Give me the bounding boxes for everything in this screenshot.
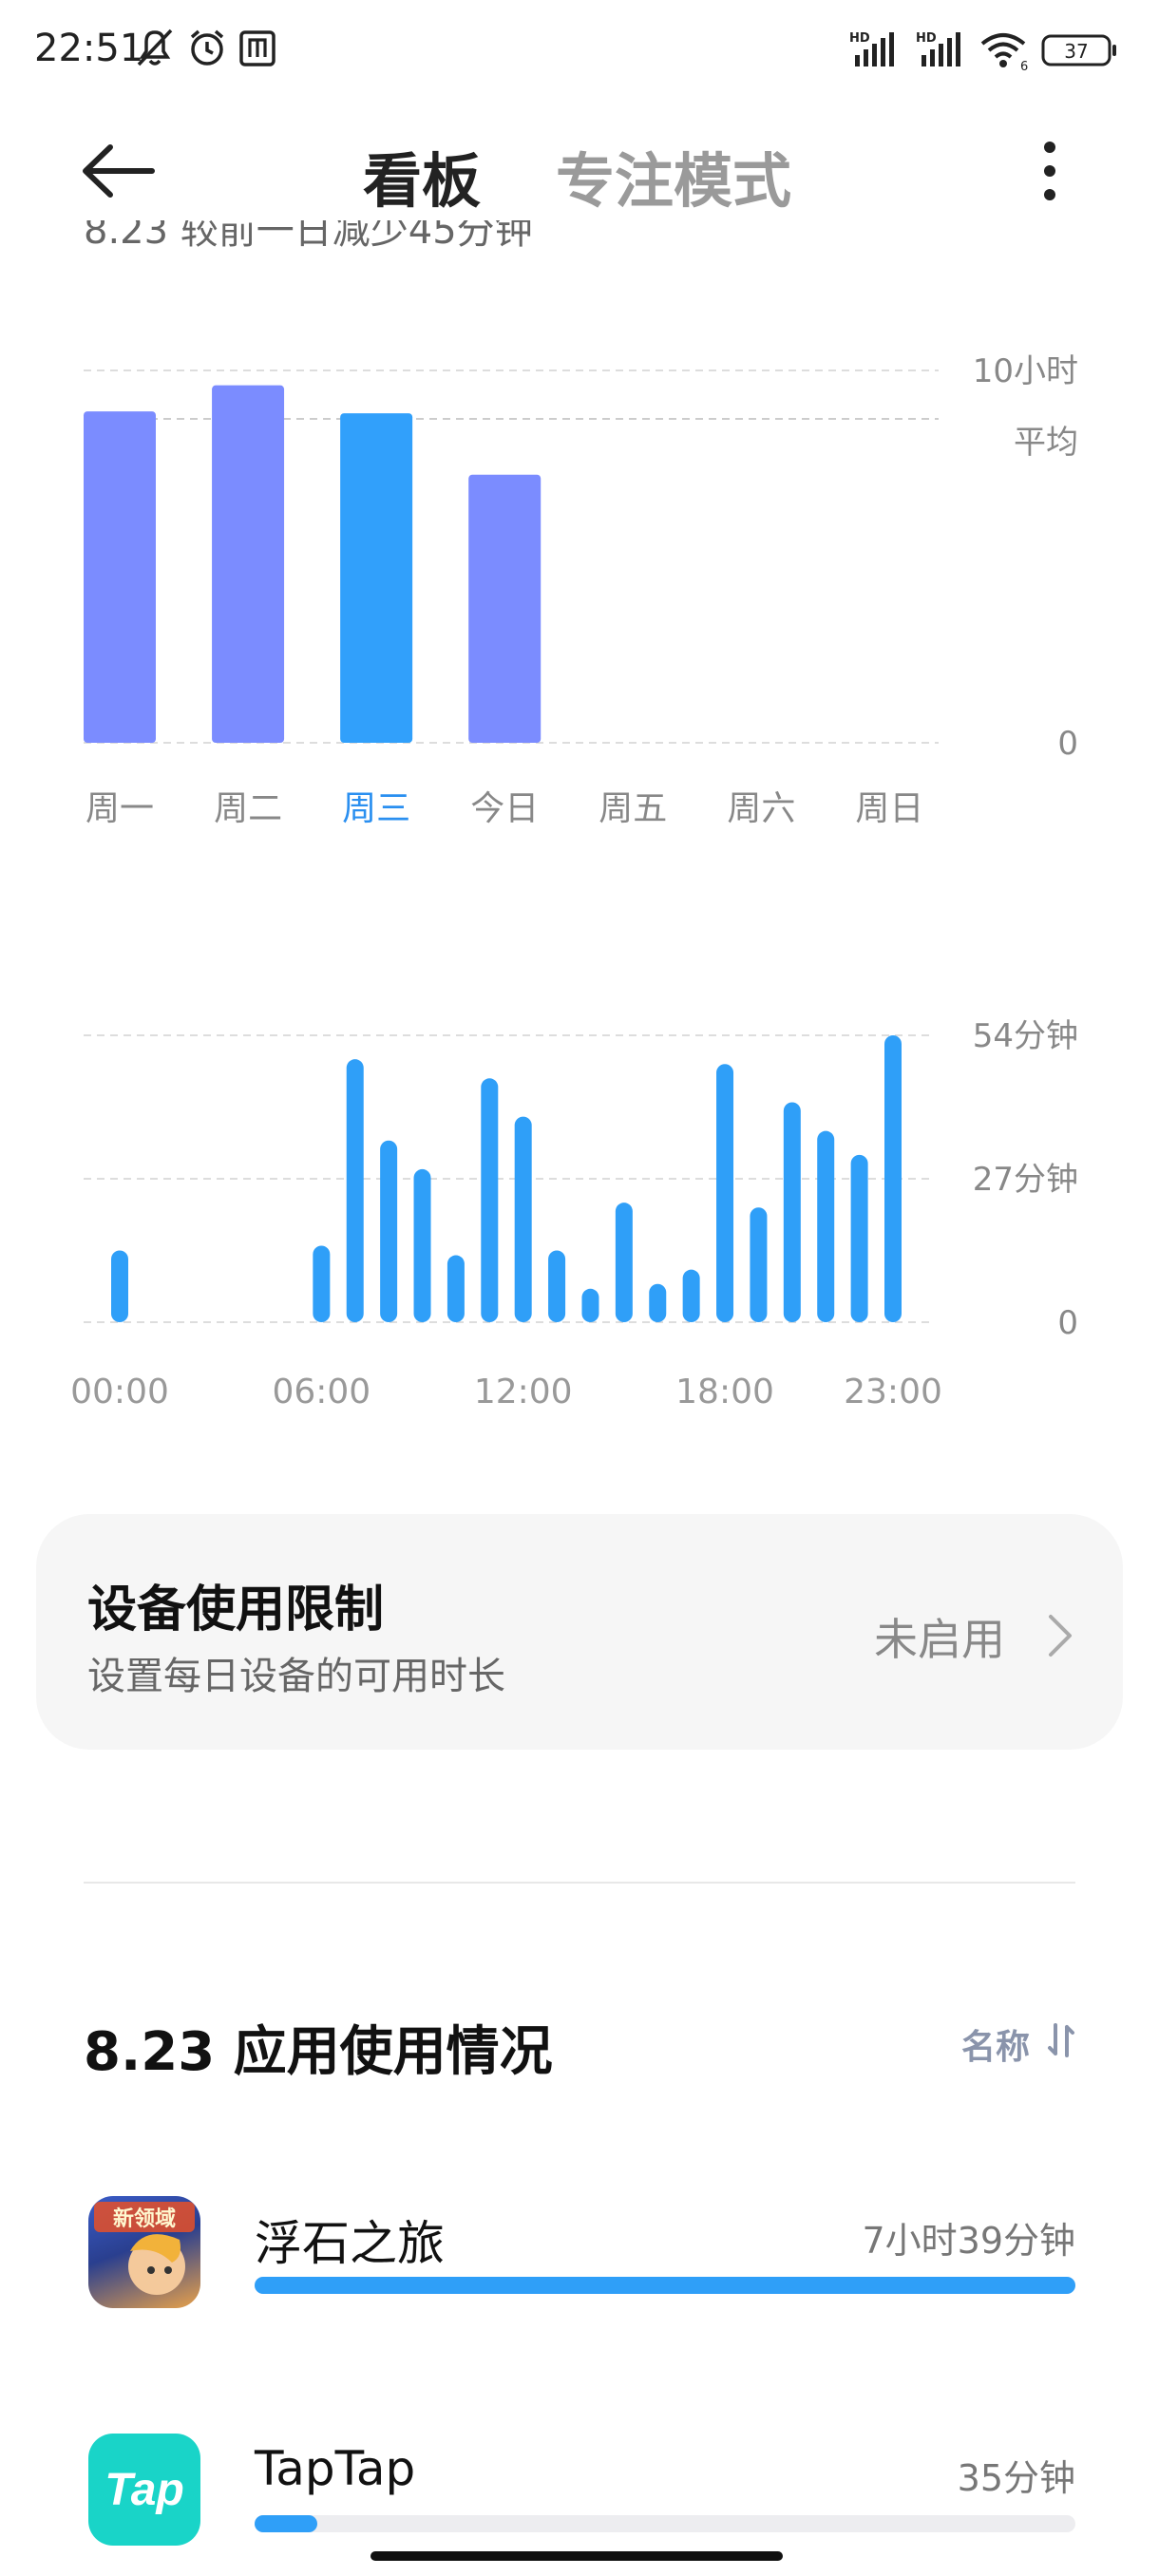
usage-bar-track (255, 2277, 1075, 2294)
alarm-icon (190, 29, 224, 66)
status-time: 22:51 (34, 27, 144, 70)
x-tick-label: 12:00 (474, 1373, 573, 1411)
x-tick-label: 周日 (855, 789, 923, 828)
bar (581, 1288, 599, 1322)
sort-button[interactable]: 名称 (961, 2019, 1030, 2069)
signal-hd-icon: HD (849, 31, 894, 66)
wifi-label: 6 (1020, 60, 1028, 74)
bar (682, 1269, 700, 1322)
usage-bar-fill (255, 2515, 317, 2532)
bar (212, 385, 285, 743)
app-name: TapTap (255, 2441, 416, 2496)
app-name: 浮石之旅 (255, 2216, 445, 2271)
home-indicator[interactable] (370, 2551, 783, 2561)
bar (380, 1140, 398, 1322)
y-tick-label: 10小时 (973, 352, 1078, 390)
bar (481, 1078, 499, 1322)
taptap-app-icon: Tap (88, 2434, 200, 2546)
bar (346, 1059, 364, 1322)
status-icons-right: HD HD 6 37 (849, 31, 1116, 74)
usage-bar-track (255, 2515, 1075, 2532)
hourly-usage-chart: 54分钟 27分钟 0 00:00 06:00 12:00 18:00 23:00 (70, 1017, 1078, 1411)
x-tick-label: 今日 (470, 789, 539, 828)
daily-summary: 8.23 较前一日减少45分钟 (84, 220, 749, 277)
bar (446, 1255, 465, 1322)
usage-bar-fill (255, 2277, 1075, 2294)
bar (750, 1207, 768, 1322)
x-tick-label: 周三 (342, 789, 410, 828)
x-tick-label: 周二 (214, 789, 282, 828)
signal-hd-icon: HD (916, 31, 960, 66)
battery-icon: 37 (1041, 34, 1116, 66)
back-arrow-icon[interactable] (76, 138, 162, 204)
x-tick-label: 06:00 (272, 1373, 370, 1411)
x-tick-label: 周一 (86, 789, 154, 828)
app-usage-time: 35分钟 (957, 2457, 1075, 2499)
device-limit-status: 未启用 (874, 1614, 1005, 1665)
bar (884, 1035, 902, 1322)
bar (340, 413, 413, 743)
weekly-usage-chart: 10小时 0 平均周一 周二 周三 今日 周五 周六 周日 (84, 352, 1078, 828)
x-tick-label: 18:00 (675, 1373, 774, 1411)
x-tick-label: 周五 (598, 789, 667, 828)
y-tick-label: 54分钟 (973, 1017, 1078, 1055)
x-tick-label: 23:00 (844, 1373, 942, 1411)
hd-label-2: HD (916, 31, 937, 46)
device-limit-subtitle: 设置每日设备的可用时长 (87, 1655, 505, 1698)
more-vertical-icon[interactable] (1036, 138, 1064, 204)
summary-text: 8.23 较前一日减少45分钟 (84, 220, 533, 253)
bar (468, 474, 542, 743)
bell-off-icon (137, 28, 173, 66)
chevron-right-icon (1049, 1615, 1072, 1657)
bar (313, 1245, 331, 1322)
battery-level: 37 (1064, 40, 1088, 63)
bar (615, 1203, 633, 1322)
bar (649, 1283, 667, 1322)
wifi-icon: 6 (980, 33, 1028, 74)
device-limit-title: 设备使用限制 (87, 1582, 385, 1638)
status-icons-left (137, 28, 276, 66)
nfc-icon (239, 30, 276, 66)
svg-text:新领域: 新领域 (113, 2207, 176, 2231)
tab-board[interactable]: 看板 (363, 133, 481, 218)
bar (716, 1064, 734, 1322)
bar (817, 1130, 835, 1322)
bar (413, 1168, 431, 1322)
bar (783, 1102, 801, 1322)
hd-label-1: HD (849, 31, 870, 46)
bar (514, 1116, 532, 1322)
bar (850, 1154, 868, 1322)
x-tick-label: 00:00 (70, 1373, 169, 1411)
sort-icon[interactable] (1047, 2021, 1075, 2059)
bar (84, 411, 156, 743)
y-tick-label: 27分钟 (973, 1161, 1078, 1199)
game-app-icon: 新领域 (88, 2196, 200, 2308)
x-tick-label: 周六 (727, 789, 795, 828)
average-label: 平均 (1014, 424, 1078, 462)
bar (548, 1250, 566, 1322)
app-usage-time: 7小时39分钟 (862, 2220, 1075, 2262)
tab-focus-mode[interactable]: 专注模式 (556, 133, 791, 218)
y-tick-label: 0 (1057, 1304, 1078, 1342)
y-tick-label: 0 (1057, 725, 1078, 763)
app-usage-title: 8.23 应用使用情况 (84, 2021, 553, 2083)
section-divider (84, 1882, 1075, 1884)
bar (111, 1250, 128, 1322)
